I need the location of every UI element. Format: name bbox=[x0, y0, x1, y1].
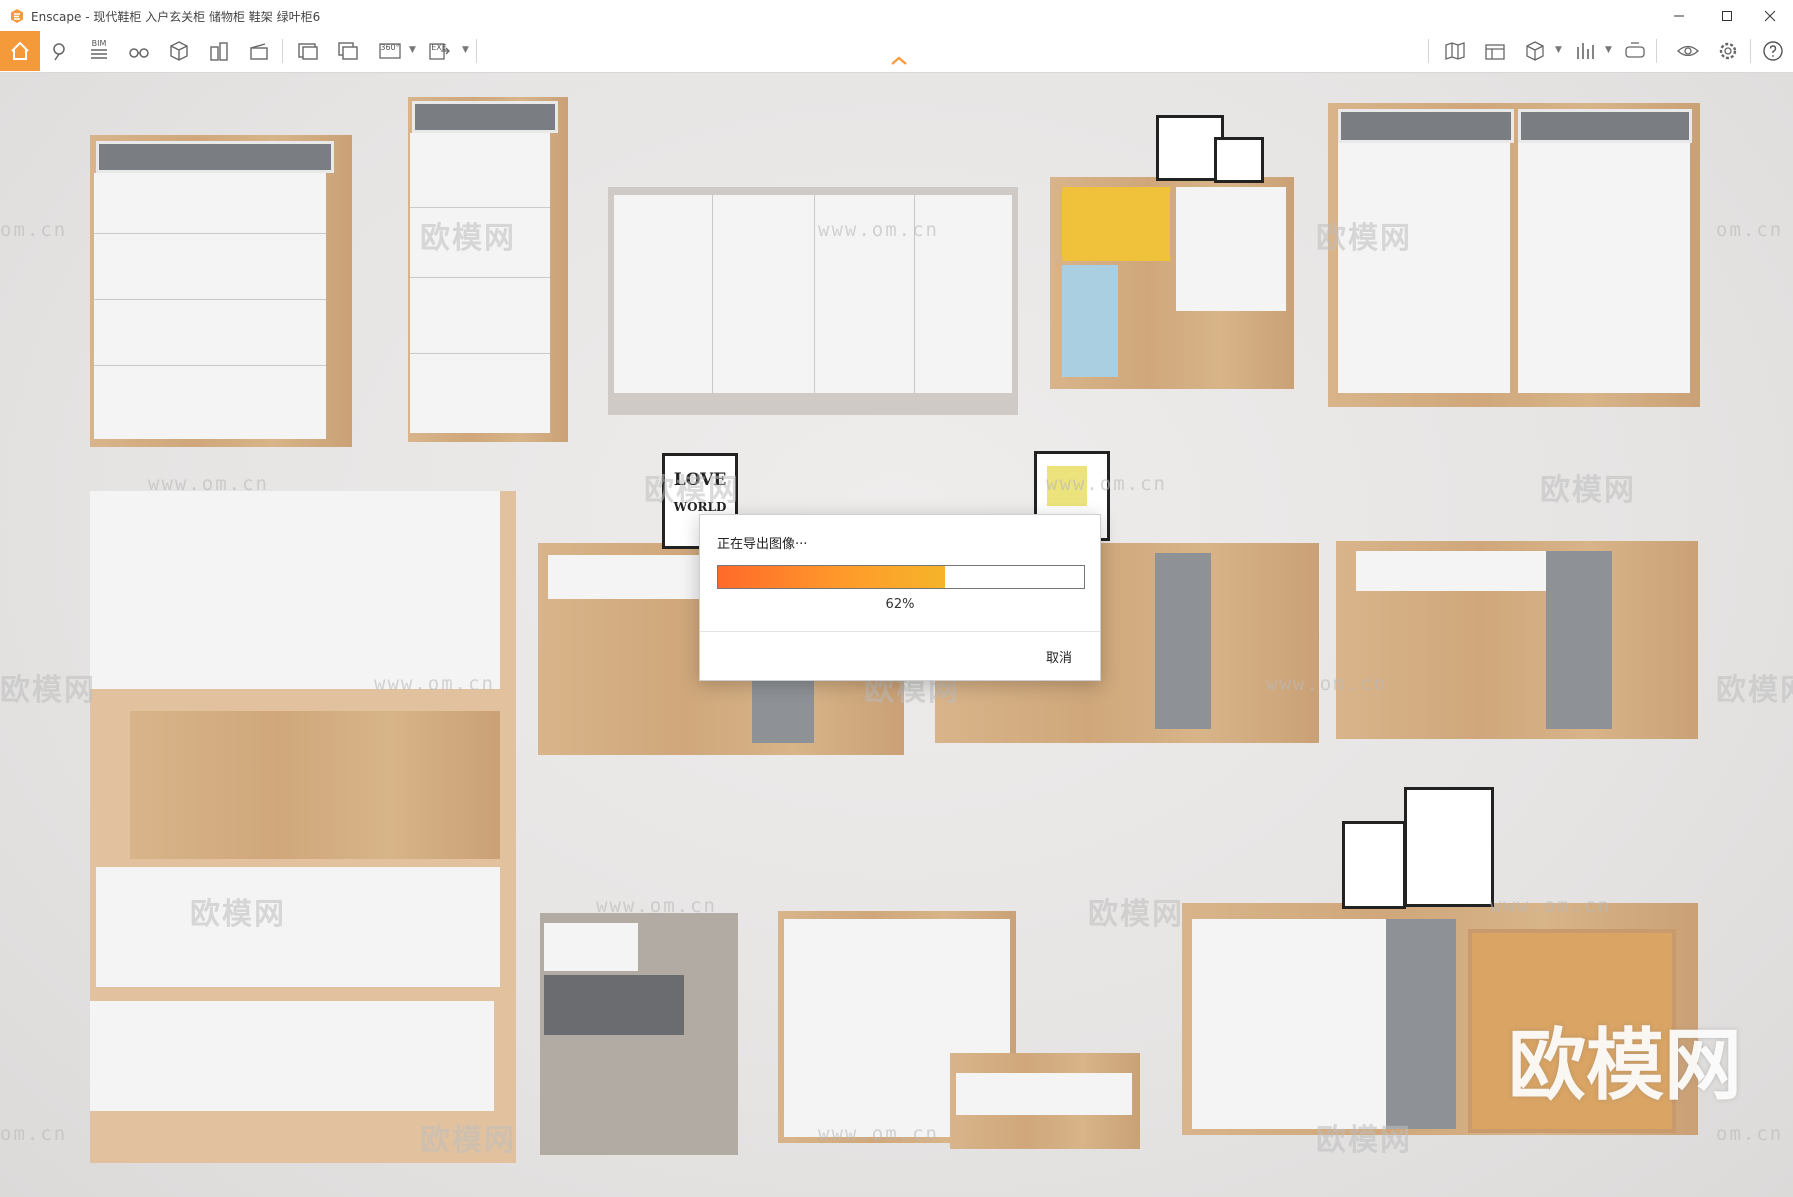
title-bar: Enscape - 现代鞋柜 入户玄关柜 储物柜 鞋架 绿叶柜6 bbox=[0, 0, 1793, 32]
vr-headset-icon bbox=[1625, 42, 1645, 58]
batch-render-button[interactable] bbox=[333, 37, 363, 65]
export-label: EXE bbox=[431, 43, 447, 52]
picture-frame bbox=[1214, 137, 1264, 183]
cabinet-tall-entry bbox=[90, 491, 516, 1163]
watermark-url: www.om.cn bbox=[1490, 895, 1611, 917]
close-button[interactable] bbox=[1747, 0, 1793, 31]
views-button[interactable] bbox=[1480, 37, 1510, 65]
eye-icon bbox=[1677, 45, 1699, 57]
fern-picture-frame bbox=[1342, 821, 1406, 909]
watermark-brand: 欧模网 bbox=[1088, 897, 1184, 932]
cancel-button[interactable]: 取消 bbox=[1046, 647, 1072, 666]
settings-button[interactable] bbox=[1713, 37, 1743, 65]
chart-icon bbox=[1577, 43, 1594, 59]
panorama-label: 360° bbox=[380, 43, 400, 52]
cabinet-colorful bbox=[1050, 177, 1294, 389]
panorama-button[interactable]: 360° bbox=[375, 37, 405, 65]
chevron-down-icon[interactable]: ▼ bbox=[1555, 45, 1562, 55]
watermark-url: www.om.cn bbox=[596, 895, 717, 917]
cabinet-wide-white bbox=[608, 187, 1018, 415]
watermark-brand: 欧模网 bbox=[1316, 221, 1412, 256]
help-button[interactable] bbox=[1758, 37, 1788, 65]
export-progress-dialog: 正在导出图像··· 62% 取消 bbox=[699, 514, 1101, 681]
vr-button[interactable] bbox=[1620, 37, 1650, 65]
minimize-button[interactable] bbox=[1656, 0, 1702, 31]
cabinet-drawer-tower-1 bbox=[90, 135, 352, 447]
home-button[interactable] bbox=[0, 31, 40, 71]
batch-render-icon bbox=[338, 42, 358, 60]
window-title: Enscape - 现代鞋柜 入户玄关柜 储物柜 鞋架 绿叶柜6 bbox=[31, 10, 321, 24]
map-button[interactable] bbox=[1440, 37, 1470, 65]
map-icon bbox=[1445, 42, 1465, 60]
watermark-url: om.cn bbox=[1716, 1123, 1784, 1145]
asset-library-icon bbox=[170, 41, 188, 61]
views-icon bbox=[1485, 44, 1505, 60]
watermark-brand: 欧模网 bbox=[644, 473, 740, 508]
cube-icon bbox=[1526, 41, 1544, 61]
progress-bar-fill bbox=[718, 566, 945, 588]
watermark-brand: 欧模网 bbox=[420, 1123, 516, 1158]
watermark-url: om.cn bbox=[0, 1123, 68, 1145]
maximize-icon bbox=[1722, 10, 1732, 21]
watermark-brand: 欧模网 bbox=[190, 897, 286, 932]
chevron-down-icon[interactable]: ▼ bbox=[462, 45, 469, 55]
sun-button[interactable] bbox=[244, 37, 274, 65]
watermark-brand-large: 欧模网 bbox=[1508, 1021, 1743, 1111]
watermark-brand: 欧模网 bbox=[420, 221, 516, 256]
watermark-brand: 欧模网 bbox=[0, 673, 96, 708]
watermark-brand: 欧模网 bbox=[1540, 473, 1636, 508]
watermark-brand: 欧模网 bbox=[1316, 1123, 1412, 1158]
maximize-button[interactable] bbox=[1704, 0, 1750, 31]
cabinet-far-right bbox=[1336, 541, 1698, 739]
screenshot-icon bbox=[298, 43, 318, 60]
minimize-icon bbox=[1674, 15, 1684, 16]
bim-button[interactable]: BIM bbox=[84, 37, 114, 65]
watermark-url: om.cn bbox=[0, 219, 68, 241]
cabinet-narrow-tower bbox=[408, 97, 568, 442]
toolbar-separator bbox=[476, 39, 477, 63]
export-button[interactable]: EXE bbox=[424, 37, 454, 65]
buildings-button[interactable] bbox=[204, 37, 234, 65]
cabinet-low-bench bbox=[950, 1053, 1140, 1149]
binoculars-button[interactable] bbox=[124, 37, 154, 65]
collapse-toolbar-chevron-icon[interactable] bbox=[888, 54, 910, 68]
watermark-url: om.cn bbox=[1716, 219, 1784, 241]
fern-picture-frame bbox=[1404, 787, 1494, 907]
enscape-logo-icon bbox=[11, 9, 23, 23]
watermark-url: www.om.cn bbox=[1266, 673, 1387, 695]
cabinet-small-grey bbox=[540, 913, 738, 1155]
chevron-down-icon[interactable]: ▼ bbox=[409, 45, 416, 55]
cube-button[interactable] bbox=[1520, 37, 1550, 65]
export-progress-bar bbox=[717, 565, 1085, 589]
asset-library-button[interactable] bbox=[164, 37, 194, 65]
binoculars-icon bbox=[129, 48, 149, 58]
close-icon bbox=[1764, 10, 1776, 21]
watermark-url: www.om.cn bbox=[148, 473, 269, 495]
toolbar-separator bbox=[282, 39, 283, 63]
chevron-down-icon[interactable]: ▼ bbox=[1605, 45, 1612, 55]
toolbar-separator bbox=[1750, 39, 1751, 63]
buildings-icon bbox=[210, 42, 228, 61]
location-button[interactable] bbox=[46, 37, 76, 65]
toolbar-separator bbox=[1656, 39, 1657, 63]
collaboration-button[interactable] bbox=[1570, 37, 1600, 65]
watermark-url: www.om.cn bbox=[818, 219, 939, 241]
screenshot-button[interactable] bbox=[293, 37, 323, 65]
bim-label: BIM bbox=[91, 39, 107, 48]
watermark-url: www.om.cn bbox=[818, 1123, 939, 1145]
home-icon bbox=[11, 41, 29, 60]
watermark-url: www.om.cn bbox=[374, 673, 495, 695]
dialog-title: 正在导出图像··· bbox=[717, 537, 808, 552]
map-pin-icon bbox=[53, 43, 65, 61]
gear-icon bbox=[1719, 42, 1737, 60]
watermark-brand: 欧模网 bbox=[1716, 673, 1793, 708]
watermark-url: www.om.cn bbox=[1046, 473, 1167, 495]
toolbar-separator bbox=[1428, 39, 1429, 63]
dialog-divider bbox=[700, 631, 1100, 632]
help-icon bbox=[1763, 41, 1783, 61]
clapper-icon bbox=[250, 43, 268, 60]
progress-percent-label: 62% bbox=[885, 597, 915, 612]
visibility-button[interactable] bbox=[1673, 37, 1703, 65]
